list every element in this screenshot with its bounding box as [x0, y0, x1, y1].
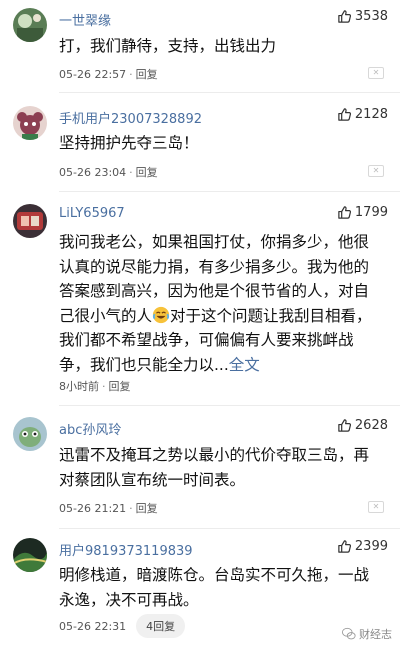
dismiss-icon[interactable]: ✕ — [368, 165, 384, 177]
avatar-landscape-icon — [13, 538, 47, 572]
like-button[interactable]: 2128 — [337, 107, 388, 122]
thumbs-up-icon — [338, 419, 351, 432]
comment-date: 05-26 22:57 — [59, 67, 127, 81]
comment-text: 我问我老公，如果祖国打仗，你捐多少，他很认真的说尽能力捐，有多少捐多少。我为他的… — [59, 230, 384, 377]
comment-date: 05-26 23:04 — [59, 165, 127, 179]
thumbs-up-icon — [338, 108, 351, 121]
comment-text: 坚持拥护先夺三岛！ — [59, 134, 199, 152]
like-count: 3538 — [354, 9, 388, 24]
divider — [59, 191, 400, 192]
avatar[interactable] — [13, 106, 47, 140]
comment-item: LiLY65967 1799 我问我老公，如果祖国打仗，你捐多少，他很认真的说尽… — [0, 194, 400, 406]
meta-separator: · — [129, 67, 133, 81]
like-button[interactable]: 1799 — [337, 205, 388, 220]
watermark-text: 财经志 — [359, 628, 392, 641]
username[interactable]: abc孙风玲 — [59, 419, 121, 438]
reply-link[interactable]: 回复 — [136, 66, 158, 82]
like-button[interactable]: 2628 — [337, 418, 388, 433]
username[interactable]: 用户9819373119839 — [59, 540, 193, 559]
comment-item: 用户9819373119839 2399 明修栈道，暗渡陈仓。台岛实不可久拖，一… — [0, 530, 400, 650]
comment-meta: 05-26 22:31 4回复 — [59, 614, 186, 638]
like-count: 2399 — [354, 539, 388, 554]
comment-text: 明修栈道，暗渡陈仓。台岛实不可久拖，一战永逸，决不可再战。 — [59, 566, 370, 609]
like-button[interactable]: 2399 — [337, 539, 388, 554]
dismiss-icon[interactable]: ✕ — [368, 501, 384, 513]
avatar-cartoon-icon — [13, 417, 47, 451]
avatar[interactable] — [13, 8, 47, 42]
comment-item: 手机用户23007328892 2128 坚持拥护先夺三岛！ 05-26 23:… — [0, 97, 400, 193]
reply-link[interactable]: 回复 — [136, 164, 158, 180]
meta-separator: · — [102, 379, 106, 393]
comment-meta: 05-26 21:21 · 回复 — [59, 500, 158, 516]
comment-item: abc孙风玲 2628 迅雷不及掩耳之势以最小的代价夺取三岛，再对蔡团队宣布统一… — [0, 407, 400, 529]
comment-text: 打，我们静待，支持，出钱出力 — [59, 37, 277, 55]
comment-text: 迅雷不及掩耳之势以最小的代价夺取三岛，再对蔡团队宣布统一时间表。 — [59, 446, 370, 489]
divider — [59, 405, 400, 406]
username[interactable]: 手机用户23007328892 — [59, 108, 202, 127]
comment-meta: 05-26 22:57 · 回复 — [59, 66, 158, 82]
avatar[interactable] — [13, 204, 47, 238]
comment-date: 05-26 21:21 — [59, 501, 127, 515]
full-text-link[interactable]: 全文 — [229, 356, 260, 374]
avatar-dog-icon — [13, 106, 47, 140]
meta-separator: · — [129, 501, 133, 515]
dismiss-icon[interactable]: ✕ — [368, 67, 384, 79]
watermark: 财经志 — [342, 626, 392, 642]
comment-item: 一世翠缘 3538 打，我们静待，支持，出钱出力 05-26 22:57 · 回… — [0, 0, 400, 93]
avatar[interactable] — [13, 538, 47, 572]
thumbs-up-icon — [338, 206, 351, 219]
like-button[interactable]: 3538 — [337, 9, 388, 24]
comment-date: 8小时前 — [59, 380, 99, 393]
avatar-green-icon — [13, 8, 47, 42]
divider — [59, 92, 400, 93]
thumbs-up-icon — [338, 10, 351, 23]
username[interactable]: LiLY65967 — [59, 206, 125, 221]
like-count: 2128 — [354, 107, 388, 122]
like-count: 1799 — [354, 205, 388, 220]
username[interactable]: 一世翠缘 — [59, 10, 111, 29]
wechat-icon — [342, 627, 356, 640]
reply-link[interactable]: 回复 — [109, 378, 131, 394]
divider — [59, 528, 400, 529]
crying-laugh-emoji-icon — [152, 306, 170, 323]
comment-date: 05-26 22:31 — [59, 619, 127, 633]
meta-separator: · — [129, 165, 133, 179]
comment-meta: 8小时前 · 回复 — [59, 378, 131, 394]
like-count: 2628 — [354, 418, 388, 433]
comment-meta: 05-26 23:04 · 回复 — [59, 164, 158, 180]
thumbs-up-icon — [338, 540, 351, 553]
reply-count-button[interactable]: 4回复 — [136, 614, 186, 638]
avatar-photo-icon — [13, 204, 47, 238]
reply-link[interactable]: 回复 — [136, 500, 158, 516]
avatar[interactable] — [13, 417, 47, 451]
